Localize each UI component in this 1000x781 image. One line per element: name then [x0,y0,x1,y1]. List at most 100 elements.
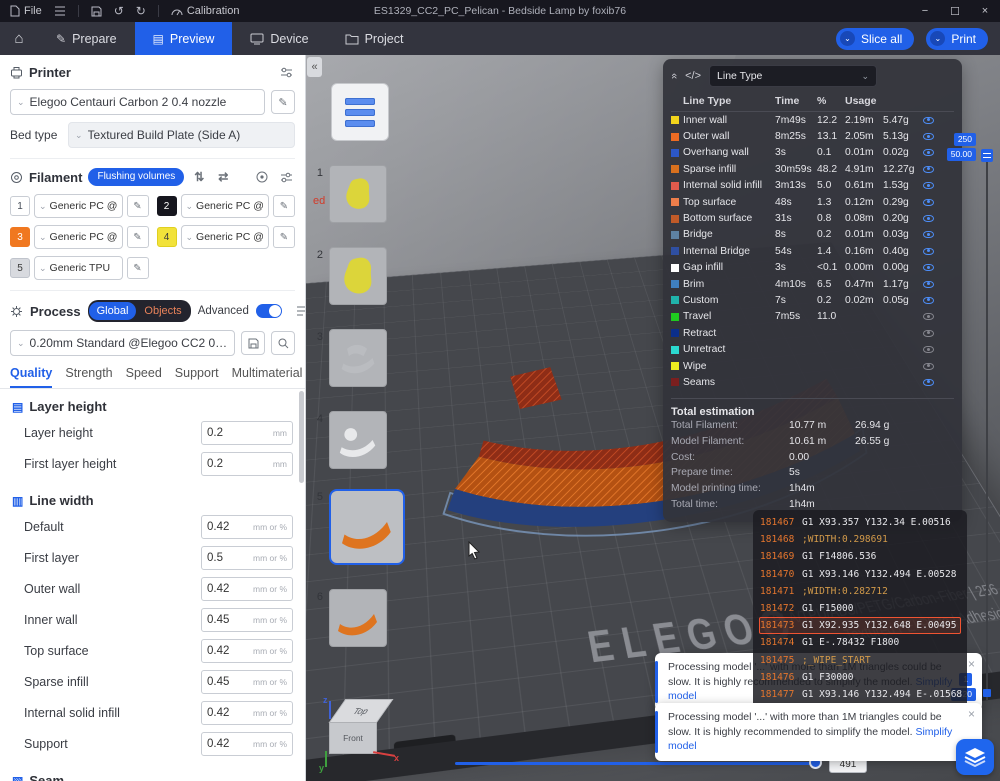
filament-preset-select[interactable]: ⌄Generic PC @Ele... [181,225,270,249]
save-preset-button[interactable] [241,331,265,355]
edit-filament-button[interactable]: ✎ [127,195,149,217]
plate-thumbnail[interactable] [329,165,387,223]
save-icon[interactable] [91,6,102,17]
tab-device[interactable]: Device [232,22,326,55]
plate-thumbnail[interactable] [329,489,405,565]
move-slider-track[interactable] [455,762,817,765]
printer-settings-icon[interactable] [277,63,295,81]
slice-all-button[interactable]: ⌄ Slice all [836,28,914,50]
tab-prepare[interactable]: ✎ Prepare [38,22,135,55]
visibility-eye-icon[interactable] [923,311,935,322]
tab-multimaterial[interactable]: Multimaterial [232,366,303,388]
gizmo-top-face[interactable]: Top [329,699,394,723]
3d-viewport[interactable]: ELEGOO PLA/TPU/ABS/PETG/Carbon-Fiber | 2… [305,55,1000,781]
filament-color-chip[interactable]: 1 [10,196,30,216]
home-button[interactable]: ⌂ [0,22,38,55]
filament-settings-icon[interactable] [277,168,295,186]
top-surface-width-input[interactable]: 0.42mm or % [201,639,293,663]
tab-speed[interactable]: Speed [126,366,162,388]
close-icon[interactable]: × [968,656,975,673]
menu-list-icon[interactable] [54,6,66,16]
sidebar-scrollbar[interactable] [299,391,304,483]
redo-icon[interactable]: ↻ [136,5,146,17]
visibility-eye-icon[interactable] [923,262,935,273]
close-button[interactable]: × [970,0,1000,22]
settings-list-icon[interactable] [296,302,306,320]
process-preset-select[interactable]: ⌄ 0.20mm Standard @Elegoo CC2 0.4 ... [10,330,235,356]
filament-preset-select[interactable]: ⌄Generic TPU [34,256,123,280]
layer-slider-track[interactable] [986,155,988,700]
visibility-eye-icon[interactable] [923,377,935,388]
tab-preview[interactable]: ▤ Preview [135,22,233,55]
sync-filaments-icon[interactable]: ⇄ [214,168,232,186]
all-plates-button[interactable] [331,83,389,141]
printer-preset-select[interactable]: ⌄ Elegoo Centauri Carbon 2 0.4 nozzle [10,89,265,115]
visibility-eye-icon[interactable] [923,229,935,240]
plate-thumbnail[interactable] [329,247,387,305]
inner-wall-width-input[interactable]: 0.45mm or % [201,608,293,632]
visibility-eye-icon[interactable] [923,180,935,191]
visibility-eye-icon[interactable] [923,279,935,290]
filament-preset-select[interactable]: ⌄Generic PC @El... [34,225,123,249]
layers-fab-button[interactable] [956,739,994,775]
tab-quality[interactable]: Quality [10,366,52,388]
search-settings-icon[interactable] [271,331,295,355]
visibility-eye-icon[interactable] [923,295,935,306]
default-width-input[interactable]: 0.42mm or % [201,515,293,539]
sparse-infill-width-input[interactable]: 0.45mm or % [201,670,293,694]
filament-color-chip[interactable]: 3 [10,227,30,247]
filament-color-chip[interactable]: 5 [10,258,30,278]
close-icon[interactable]: × [968,706,975,723]
filament-color-chip[interactable]: 2 [157,196,177,216]
view-type-select[interactable]: Line Type ⌄ [709,65,877,87]
scope-objects-button[interactable]: Objects [136,302,189,320]
bed-type-select[interactable]: ⌄ Textured Build Plate (Side A) [68,122,295,148]
print-button[interactable]: ⌄ Print [926,28,988,50]
first-layer-height-input[interactable]: 0.2mm [201,452,293,476]
filament-preset-select[interactable]: ⌄Generic PC @Ele... [181,194,270,218]
tab-strength[interactable]: Strength [65,366,112,388]
outer-wall-width-input[interactable]: 0.42mm or % [201,577,293,601]
plate-thumbnail[interactable] [329,411,387,469]
maximize-button[interactable]: ☐ [940,0,970,22]
edit-filament-button[interactable]: ✎ [127,257,149,279]
layer-slider-lower-marker[interactable] [983,689,991,697]
first-layer-width-input[interactable]: 0.5mm or % [201,546,293,570]
layer-height-input[interactable]: 0.2mm [201,421,293,445]
plate-thumbnail[interactable] [329,329,387,387]
print-dropdown-icon[interactable]: ⌄ [930,31,945,46]
edit-filament-button[interactable]: ✎ [273,226,295,248]
gizmo-front-face[interactable]: Front [329,722,377,754]
visibility-eye-icon[interactable] [923,344,935,355]
sort-filaments-icon[interactable]: ⇅ [190,168,208,186]
visibility-eye-icon[interactable] [923,246,935,257]
visibility-eye-icon[interactable] [923,197,935,208]
undo-icon[interactable]: ↺ [114,5,124,17]
flushing-volumes-button[interactable]: Flushing volumes [88,168,184,186]
scope-global-button[interactable]: Global [89,302,137,320]
edit-printer-button[interactable]: ✎ [271,90,295,114]
layer-slider-handle[interactable] [981,149,993,162]
internal-solid-width-input[interactable]: 0.42mm or % [201,701,293,725]
filament-preset-select[interactable]: ⌄Generic PC @El... [34,194,123,218]
visibility-eye-icon[interactable] [923,164,935,175]
visibility-eye-icon[interactable] [923,361,935,372]
support-width-input[interactable]: 0.42mm or % [201,732,293,756]
visibility-eye-icon[interactable] [923,213,935,224]
gcode-view-icon[interactable]: </> [685,70,701,82]
collapse-panel-icon[interactable]: « [668,73,680,79]
minimize-button[interactable]: − [910,0,940,22]
filament-color-chip[interactable]: 4 [157,227,177,247]
calibration-menu[interactable]: Calibration [171,5,240,17]
advanced-toggle[interactable] [256,304,282,318]
plate-thumbnail[interactable] [329,589,387,647]
add-filament-icon[interactable] [253,168,271,186]
tab-project[interactable]: Project [327,22,422,55]
edit-filament-button[interactable]: ✎ [127,226,149,248]
file-menu[interactable]: File [10,5,42,17]
visibility-eye-icon[interactable] [923,328,935,339]
tab-support[interactable]: Support [175,366,219,388]
slice-dropdown-icon[interactable]: ⌄ [840,31,855,46]
edit-filament-button[interactable]: ✎ [273,195,295,217]
collapse-sidebar-icon[interactable]: « [307,57,322,77]
